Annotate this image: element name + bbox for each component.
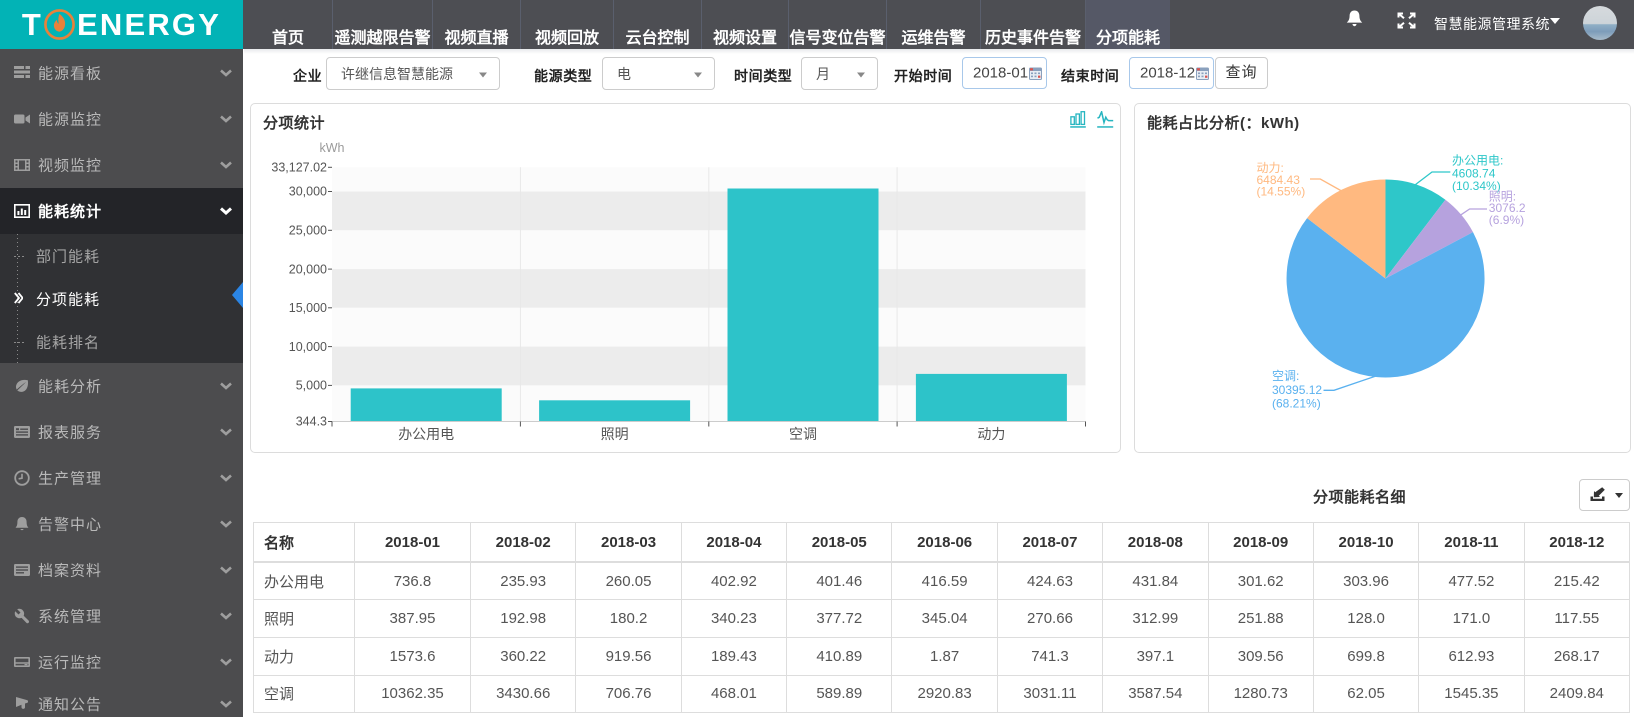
svg-text:20,000: 20,000: [289, 262, 327, 276]
svg-text:空调: 空调: [789, 426, 817, 442]
svg-text:33,127.02: 33,127.02: [271, 161, 327, 175]
svg-text:照明: 照明: [601, 426, 629, 442]
svg-text:(68.21%): (68.21%): [1272, 397, 1321, 411]
svg-text:30395.12: 30395.12: [1272, 383, 1322, 397]
svg-text:(6.9%): (6.9%): [1489, 213, 1524, 227]
svg-text:30,000: 30,000: [289, 185, 327, 199]
svg-text:kWh: kWh: [320, 141, 345, 155]
svg-text:(14.55%): (14.55%): [1257, 185, 1306, 199]
svg-text:空调:: 空调:: [1272, 369, 1299, 383]
svg-text:5,000: 5,000: [296, 379, 327, 393]
svg-text:办公用电:: 办公用电:: [1452, 153, 1503, 168]
svg-text:15,000: 15,000: [289, 301, 327, 315]
svg-text:动力: 动力: [977, 426, 1005, 442]
svg-text:344.3: 344.3: [296, 415, 327, 429]
svg-text:25,000: 25,000: [289, 224, 327, 238]
svg-text:10,000: 10,000: [289, 340, 327, 354]
svg-text:办公用电: 办公用电: [398, 426, 454, 442]
